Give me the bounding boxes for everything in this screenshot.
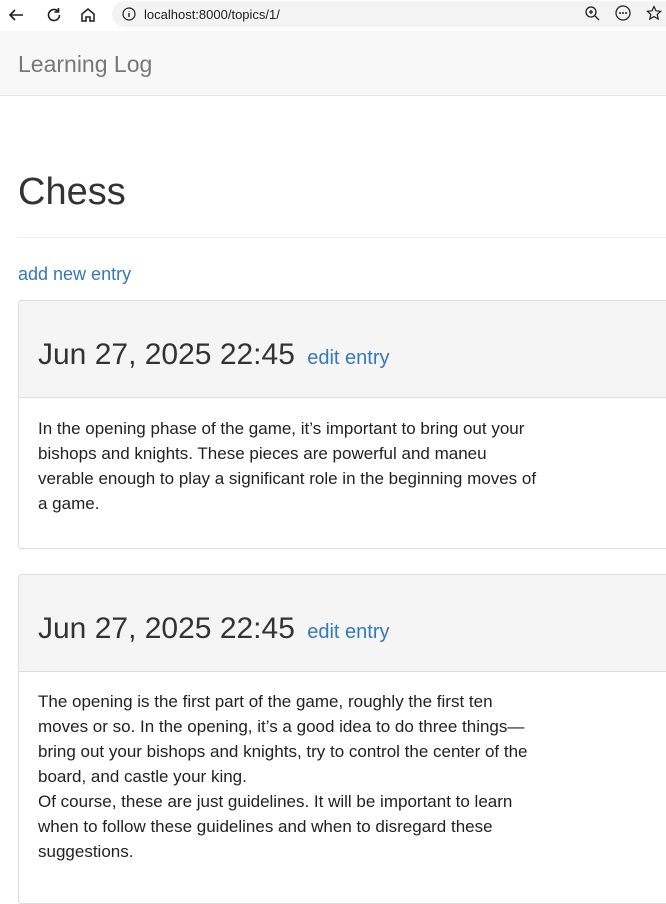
entry-heading: Jun 27, 2025 22:45 edit entry — [19, 575, 666, 672]
header-divider — [18, 237, 666, 238]
entry-heading: Jun 27, 2025 22:45 edit entry — [19, 301, 666, 398]
more-button[interactable] — [613, 3, 633, 23]
info-icon — [122, 7, 136, 21]
entry-date: Jun 27, 2025 22:45 — [38, 612, 295, 645]
entry-text: Of course, these are just guidelines. It… — [38, 792, 513, 861]
zoom-button[interactable] — [582, 3, 602, 23]
edit-entry-link[interactable]: edit entry — [307, 621, 389, 643]
entry-header-line: Jun 27, 2025 22:45 edit entry — [38, 337, 390, 376]
entry-date: Jun 27, 2025 22:45 — [38, 338, 295, 371]
refresh-icon — [47, 7, 61, 21]
entry-header-line: Jun 27, 2025 22:45 edit entry — [38, 611, 390, 650]
star-icon — [646, 5, 662, 21]
favorite-button[interactable] — [644, 3, 664, 23]
home-button[interactable] — [76, 3, 100, 27]
url-text: localhost:8000/topics/1/ — [144, 6, 280, 22]
refresh-button[interactable] — [42, 3, 66, 27]
edit-entry-link[interactable]: edit entry — [307, 347, 389, 369]
back-button[interactable] — [4, 3, 28, 27]
entry-text: In the opening phase of the game, it’s i… — [38, 419, 537, 513]
page-title: Chess — [18, 171, 126, 213]
entry-body: The opening is the first part of the gam… — [38, 689, 543, 864]
home-icon — [81, 7, 95, 22]
more-icon — [615, 5, 631, 21]
navbar: Learning Log — [0, 31, 666, 96]
zoom-in-icon — [585, 6, 600, 21]
arrow-left-icon — [8, 8, 23, 21]
entry-text: The opening is the first part of the gam… — [38, 692, 528, 786]
entry-panel: Jun 27, 2025 22:45 edit entry In the ope… — [18, 300, 666, 549]
brand-link[interactable]: Learning Log — [18, 51, 152, 78]
address-bar-actions — [582, 3, 666, 23]
entry-body: In the opening phase of the game, it’s i… — [38, 416, 543, 516]
entry-panel: Jun 27, 2025 22:45 edit entry The openin… — [18, 574, 666, 904]
add-new-entry-link[interactable]: add new entry — [18, 264, 131, 285]
